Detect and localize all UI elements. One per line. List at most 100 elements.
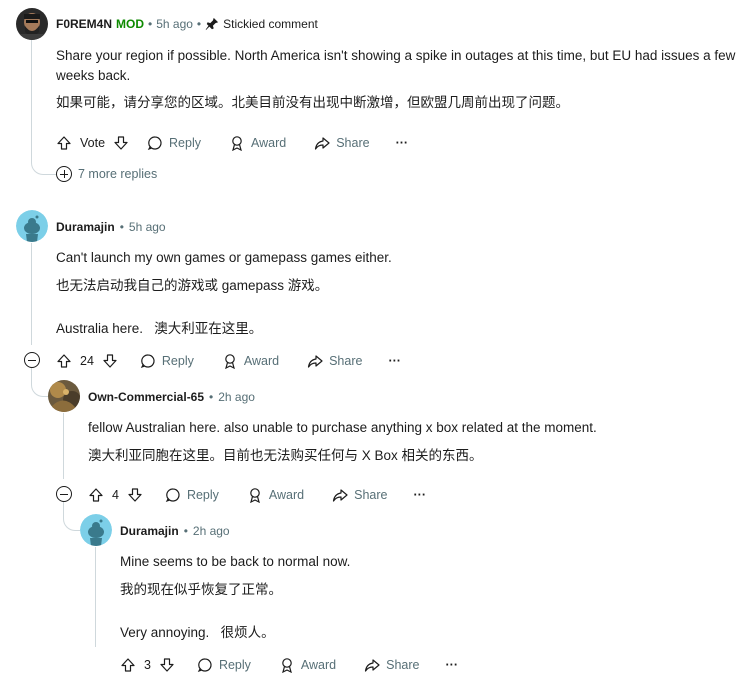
separator: • bbox=[196, 17, 202, 31]
reply-button[interactable]: Reply bbox=[147, 135, 201, 151]
downvote-button[interactable] bbox=[113, 135, 129, 151]
comment-text: Can't launch my own games or gamepass ga… bbox=[56, 250, 392, 265]
downvote-icon bbox=[160, 658, 174, 672]
upvote-button[interactable] bbox=[56, 353, 72, 369]
more-replies-link[interactable]: 7 more replies bbox=[56, 166, 157, 182]
comment-text: 也无法启动我自己的游戏或 gamepass 游戏。 bbox=[56, 278, 329, 293]
avatar[interactable] bbox=[16, 8, 48, 40]
author-name[interactable]: F0REM4N bbox=[56, 17, 112, 31]
avatar[interactable] bbox=[16, 210, 48, 242]
comment-actions: Vote Reply Award Share ··· bbox=[56, 131, 408, 155]
comment-text: Mine seems to be back to normal now. bbox=[120, 554, 351, 569]
comment-text: 如果可能，请分享您的区域。北美目前没有出现中断激增，但欧盟几周前出现了问题。 bbox=[56, 95, 569, 110]
upvote-button[interactable] bbox=[88, 487, 104, 503]
author-name[interactable]: Duramajin bbox=[120, 524, 179, 538]
vote-count: 4 bbox=[112, 488, 119, 502]
award-button[interactable]: Award bbox=[222, 353, 279, 369]
reply-label: Reply bbox=[169, 136, 201, 150]
downvote-icon bbox=[128, 488, 142, 502]
comment-icon bbox=[140, 354, 155, 369]
timestamp[interactable]: 2h ago bbox=[218, 390, 255, 404]
more-options-button[interactable]: ··· bbox=[446, 658, 459, 672]
comment-text: Very annoying. 很烦人。 bbox=[120, 625, 275, 640]
comment-icon bbox=[147, 136, 162, 151]
thread-line bbox=[63, 413, 64, 479]
share-icon bbox=[315, 137, 330, 150]
award-icon bbox=[282, 658, 292, 673]
timestamp[interactable]: 5h ago bbox=[156, 17, 193, 31]
downvote-button[interactable] bbox=[159, 657, 175, 673]
thread-line bbox=[95, 547, 96, 647]
vote-label: Vote bbox=[80, 136, 106, 150]
timestamp[interactable]: 5h ago bbox=[129, 220, 166, 234]
more-icon: ··· bbox=[388, 354, 401, 368]
comment-body: Share your region if possible. North Ame… bbox=[56, 46, 736, 113]
timestamp[interactable]: 2h ago bbox=[193, 524, 230, 538]
separator: • bbox=[119, 220, 124, 234]
share-label: Share bbox=[354, 488, 388, 502]
share-icon bbox=[365, 659, 380, 672]
comment-text: 我的现在似乎恢复了正常。 bbox=[120, 582, 282, 597]
award-button[interactable]: Award bbox=[279, 657, 336, 673]
more-options-button[interactable]: ··· bbox=[414, 488, 427, 502]
comment-text: Share your region if possible. North Ame… bbox=[56, 48, 736, 83]
reply-button[interactable]: Reply bbox=[197, 657, 251, 673]
reply-button[interactable]: Reply bbox=[165, 487, 219, 503]
upvote-button[interactable] bbox=[56, 135, 72, 151]
share-icon bbox=[307, 355, 323, 368]
share-button[interactable]: Share bbox=[314, 135, 370, 151]
more-icon: ··· bbox=[445, 658, 459, 672]
downvote-button[interactable] bbox=[102, 353, 118, 369]
comment-text: 澳大利亚同胞在这里。目前也无法购买任何与 X Box 相关的东西。 bbox=[88, 448, 483, 463]
comment-body: Mine seems to be back to normal now. 我的现… bbox=[120, 552, 740, 643]
downvote-icon bbox=[114, 136, 128, 150]
comment-actions: 3 Reply Award Share ··· bbox=[120, 653, 458, 677]
vote-count: 3 bbox=[144, 658, 151, 672]
share-icon bbox=[333, 489, 348, 502]
stickied-label: Stickied comment bbox=[223, 17, 318, 31]
award-icon bbox=[250, 488, 260, 503]
mod-badge: MOD bbox=[116, 17, 145, 31]
comment-header: Duramajin • 5h ago bbox=[56, 220, 166, 234]
upvote-icon bbox=[121, 658, 135, 672]
comment-header: Duramajin • 2h ago bbox=[120, 524, 230, 538]
separator: • bbox=[148, 17, 153, 31]
award-label: Award bbox=[268, 488, 305, 502]
collapse-thread-button[interactable] bbox=[24, 352, 40, 368]
reply-label: Reply bbox=[218, 658, 251, 672]
comment-body: fellow Australian here. also unable to p… bbox=[88, 418, 738, 466]
expand-icon bbox=[56, 166, 72, 182]
comment-actions: 4 Reply Award Share ··· bbox=[88, 483, 426, 507]
comment-text: fellow Australian here. also unable to p… bbox=[88, 420, 597, 435]
award-button[interactable]: Award bbox=[247, 487, 304, 503]
upvote-icon bbox=[57, 136, 71, 150]
share-label: Share bbox=[336, 136, 370, 150]
more-options-button[interactable]: ··· bbox=[396, 136, 409, 150]
separator: • bbox=[183, 524, 188, 538]
reply-button[interactable]: Reply bbox=[140, 353, 194, 369]
downvote-icon bbox=[103, 354, 117, 368]
award-icon bbox=[232, 136, 242, 151]
more-replies-label: 7 more replies bbox=[78, 167, 158, 181]
comment-icon bbox=[165, 488, 180, 503]
comment-actions: 24 Reply Award Share ··· bbox=[56, 349, 401, 373]
thread-elbow bbox=[31, 150, 56, 175]
share-button[interactable]: Share bbox=[364, 657, 420, 673]
avatar[interactable] bbox=[80, 514, 112, 546]
share-label: Share bbox=[386, 658, 420, 672]
author-name[interactable]: Duramajin bbox=[56, 220, 115, 234]
author-name[interactable]: Own-Commercial-65 bbox=[88, 390, 204, 404]
downvote-button[interactable] bbox=[127, 487, 143, 503]
collapse-thread-button[interactable] bbox=[56, 486, 72, 502]
comment-header: Own-Commercial-65 • 2h ago bbox=[88, 390, 255, 404]
award-button[interactable]: Award bbox=[229, 135, 286, 151]
share-button[interactable]: Share bbox=[307, 353, 362, 369]
thread-elbow bbox=[31, 368, 48, 397]
upvote-icon bbox=[57, 354, 71, 368]
share-button[interactable]: Share bbox=[332, 487, 388, 503]
upvote-button[interactable] bbox=[120, 657, 136, 673]
more-options-button[interactable]: ··· bbox=[388, 354, 401, 368]
avatar[interactable] bbox=[48, 380, 80, 412]
comment-header: F0REM4N MOD • 5h ago • Stickied comment bbox=[56, 17, 318, 31]
award-label: Award bbox=[300, 658, 337, 672]
